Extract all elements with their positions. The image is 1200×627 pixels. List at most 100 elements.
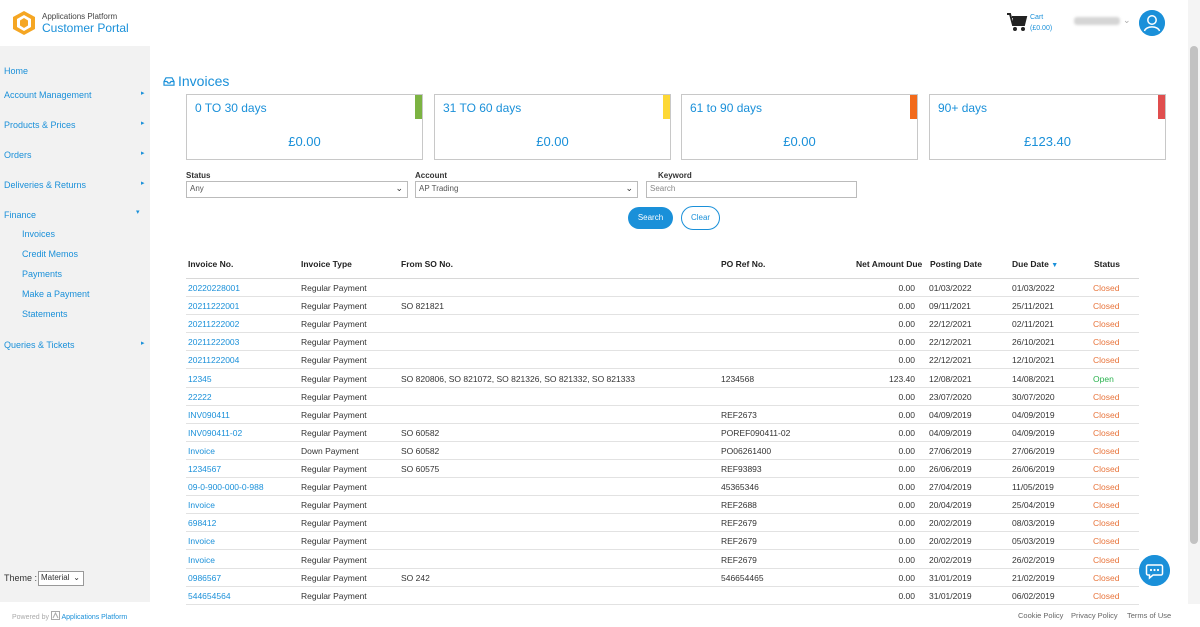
- user-avatar-icon[interactable]: [1139, 10, 1165, 36]
- username-blurred[interactable]: [1074, 17, 1120, 25]
- table-row[interactable]: 22222 Regular Payment 0.00 23/07/2020 30/07/…: [186, 388, 1139, 406]
- due-date: 14/08/2021: [1012, 373, 1055, 384]
- cube-logo-icon[interactable]: [12, 10, 36, 36]
- col-header-status[interactable]: Status: [1094, 259, 1120, 269]
- theme-select[interactable]: Material ⌄: [38, 571, 84, 586]
- from-so-no: SO 60575: [401, 464, 440, 474]
- table-row[interactable]: 20211222004 Regular Payment 0.00 22/12/2021…: [186, 351, 1139, 370]
- chat-icon[interactable]: [1139, 555, 1170, 586]
- aging-card-61-90[interactable]: 61 to 90 days £0.00: [681, 94, 918, 160]
- invoice-no-link[interactable]: 20211222002: [188, 319, 239, 329]
- aging-card-90-plus[interactable]: 90+ days £123.40: [929, 94, 1166, 160]
- table-row[interactable]: 544654564 Regular Payment 0.00 31/01/2019 06…: [186, 587, 1139, 605]
- net-amount-due: 0.00: [898, 554, 915, 565]
- table-row[interactable]: 20211222003 Regular Payment 0.00 22/12/2021…: [186, 333, 1139, 352]
- due-date: 26/06/2019: [1012, 464, 1055, 474]
- col-header-po-ref[interactable]: PO Ref No.: [721, 259, 765, 269]
- clear-button[interactable]: Clear: [681, 206, 720, 230]
- aging-card-0-30[interactable]: 0 TO 30 days £0.00: [186, 94, 423, 160]
- chevron-down-icon[interactable]: ⌄: [1123, 15, 1131, 26]
- search-button[interactable]: Search: [628, 207, 673, 229]
- table-row[interactable]: 09-0-900-000-0-988 Regular Payment 4536534…: [186, 478, 1139, 497]
- table-row[interactable]: 698412 Regular Payment REF2679 0.00 20/02/20…: [186, 514, 1139, 533]
- status-badge: Closed: [1093, 554, 1120, 565]
- table-row[interactable]: 0986567 Regular Payment SO 242 546654465 0.0…: [186, 569, 1139, 587]
- table-row[interactable]: 1234567 Regular Payment SO 60575 REF93893 0.…: [186, 460, 1139, 479]
- aging-card-value: £0.00: [288, 134, 321, 149]
- col-header-invoice-no[interactable]: Invoice No.: [188, 259, 233, 269]
- table-row[interactable]: Invoice Regular Payment REF2688 0.00 20/04/2…: [186, 496, 1139, 515]
- sidebar-item-account-management[interactable]: Account Management: [4, 90, 92, 100]
- invoice-type: Regular Payment: [301, 301, 367, 312]
- status-select[interactable]: Any ⌄: [186, 181, 408, 198]
- brand-title[interactable]: Customer Portal: [42, 21, 129, 35]
- posting-date: 04/09/2019: [929, 409, 972, 420]
- invoice-no-link[interactable]: INV090411-02: [188, 428, 242, 438]
- po-ref-no: REF2679: [721, 518, 757, 529]
- invoice-no-link[interactable]: 12345: [188, 374, 212, 384]
- col-header-net-amount-due[interactable]: Net Amount Due: [856, 259, 922, 269]
- sidebar-item-finance[interactable]: Finance: [4, 210, 36, 220]
- sidebar-item-queries-tickets[interactable]: Queries & Tickets: [4, 340, 75, 350]
- table-row[interactable]: 20211222002 Regular Payment 0.00 22/12/2021…: [186, 315, 1139, 334]
- sidebar-subitem-payments[interactable]: Payments: [22, 269, 62, 279]
- account-filter-label: Account: [415, 171, 447, 180]
- keyword-search-input[interactable]: Search: [646, 181, 857, 198]
- table-row[interactable]: INV090411 Regular Payment REF2673 0.00 04/09…: [186, 406, 1139, 424]
- chevron-down-icon: ⌄: [73, 573, 80, 582]
- cart-link[interactable]: Cart (£0.00): [1030, 12, 1052, 34]
- invoice-no-link[interactable]: 20211222001: [188, 301, 239, 311]
- sidebar-subitem-statements[interactable]: Statements: [22, 309, 68, 319]
- invoice-no-link[interactable]: 20211222004: [188, 355, 239, 365]
- account-select[interactable]: AP Trading ⌄: [415, 181, 638, 198]
- cookie-policy-link[interactable]: Cookie Policy: [1018, 611, 1063, 620]
- invoice-no-link[interactable]: 0986567: [188, 573, 221, 583]
- aging-card-31-60[interactable]: 31 TO 60 days £0.00: [434, 94, 671, 160]
- invoice-no-link[interactable]: Invoice: [188, 555, 215, 565]
- invoice-no-link[interactable]: Invoice: [188, 500, 215, 510]
- scrollbar-thumb[interactable]: [1190, 46, 1198, 544]
- invoice-type: Regular Payment: [301, 427, 367, 438]
- sidebar-item-deliveries-returns[interactable]: Deliveries & Returns: [4, 180, 86, 190]
- terms-of-use-link[interactable]: Terms of Use: [1127, 611, 1171, 620]
- sidebar-subitem-invoices[interactable]: Invoices: [22, 229, 55, 239]
- sidebar-item-home[interactable]: Home: [4, 66, 28, 76]
- invoice-no-link[interactable]: 1234567: [188, 464, 221, 474]
- net-amount-due: 0.00: [898, 500, 915, 511]
- po-ref-no: REF2673: [721, 409, 757, 420]
- table-row[interactable]: INV090411-02 Regular Payment SO 60582 POREF…: [186, 424, 1139, 442]
- invoice-no-link[interactable]: 698412: [188, 518, 216, 528]
- col-header-due-date[interactable]: Due Date ▼: [1012, 259, 1058, 269]
- privacy-policy-link[interactable]: Privacy Policy: [1071, 611, 1118, 620]
- sidebar-item-products-prices[interactable]: Products & Prices: [4, 120, 76, 130]
- invoice-no-link[interactable]: 20220228001: [188, 283, 240, 293]
- invoice-no-link[interactable]: 544654564: [188, 591, 231, 601]
- cart-icon[interactable]: [1006, 11, 1028, 33]
- col-header-invoice-type[interactable]: Invoice Type: [301, 259, 352, 269]
- sidebar-subitem-credit-memos[interactable]: Credit Memos: [22, 249, 78, 259]
- invoice-no-link[interactable]: Invoice: [188, 446, 215, 456]
- invoice-no-link[interactable]: 09-0-900-000-0-988: [188, 482, 264, 492]
- invoice-no-link[interactable]: 20211222003: [188, 337, 239, 347]
- sidebar-item-orders[interactable]: Orders: [4, 150, 32, 160]
- due-date: 08/03/2019: [1012, 518, 1055, 529]
- net-amount-due: 0.00: [898, 391, 915, 402]
- table-row[interactable]: 12345 Regular Payment SO 820806, SO 821072…: [186, 370, 1139, 388]
- net-amount-due: 0.00: [898, 572, 915, 583]
- chevron-right-icon: ▸: [141, 120, 145, 127]
- table-row[interactable]: Invoice Regular Payment REF2679 0.00 20/02/2…: [186, 551, 1139, 569]
- invoice-no-link[interactable]: Invoice: [188, 536, 215, 546]
- sidebar-subitem-make-a-payment[interactable]: Make a Payment: [22, 289, 90, 299]
- col-header-from-so[interactable]: From SO No.: [401, 259, 453, 269]
- table-row[interactable]: 20220228001 Regular Payment 0.00 01/03/2022…: [186, 279, 1139, 298]
- col-header-posting-date[interactable]: Posting Date: [930, 259, 982, 269]
- table-row[interactable]: Invoice Regular Payment REF2679 0.00 20/02/2…: [186, 532, 1139, 551]
- table-row[interactable]: 20211222001 Regular Payment SO 821821 0.00 0…: [186, 297, 1139, 316]
- table-row[interactable]: Invoice Down Payment SO 60582 PO06261400 0.0…: [186, 442, 1139, 460]
- powered-by-link[interactable]: Applications Platform: [61, 614, 127, 621]
- invoice-no-link[interactable]: INV090411: [188, 410, 230, 420]
- chevron-right-icon: ▸: [141, 180, 145, 187]
- due-date: 04/09/2019: [1012, 427, 1055, 438]
- invoice-no-link[interactable]: 22222: [188, 392, 212, 402]
- app-header: Applications Platform Customer Portal Ca…: [0, 0, 1200, 46]
